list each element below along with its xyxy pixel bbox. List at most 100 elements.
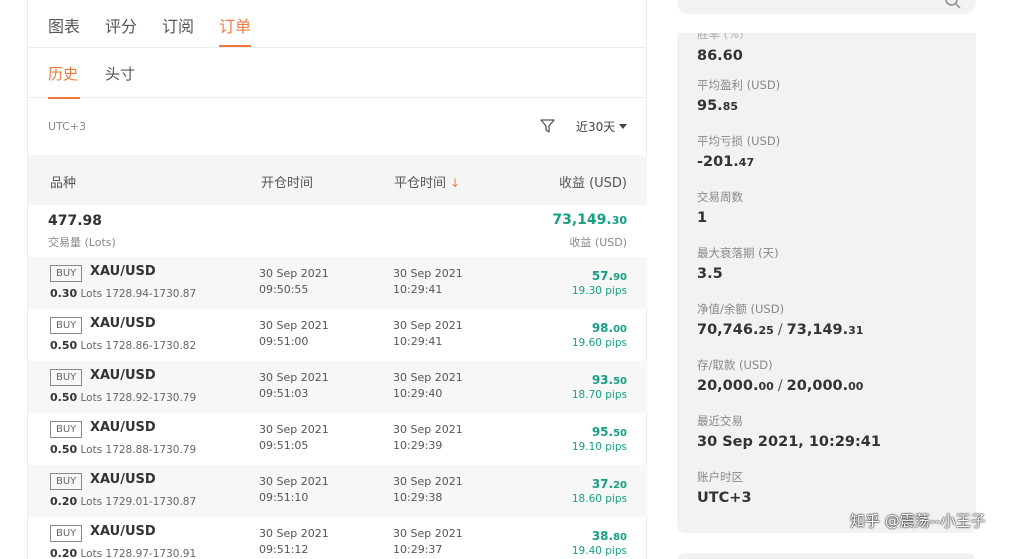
lots-info: 0.50 Lots 1728.92-1730.79 (50, 391, 196, 404)
sub-tabs: 历史 头寸 (28, 48, 646, 98)
lots-unit: Lots (80, 288, 103, 300)
filter-icon[interactable] (539, 117, 556, 134)
row-pips: 18.70 pips (571, 389, 627, 401)
stat-value-main: 70,746. (697, 322, 759, 338)
watermark: 知乎 @震荡--小王子 (850, 512, 986, 530)
close-clock: 10:29:41 (393, 283, 443, 296)
close-time: 30 Sep 2021 10:29:41 (393, 318, 463, 350)
stat-value: 20,000.00/20,000.00 (697, 378, 863, 394)
price-range: 1728.86-1730.82 (105, 340, 197, 352)
row-profit: 57.90 (592, 269, 627, 283)
close-time: 30 Sep 2021 10:29:37 (393, 526, 463, 558)
stat-value-small: 85 (722, 100, 738, 113)
tab-rating[interactable]: 评分 (105, 13, 137, 37)
stat-value-main: 3.5 (697, 266, 723, 282)
row-profit-main: 57. (591, 269, 614, 283)
close-date: 30 Sep 2021 (393, 475, 463, 488)
side-badge: BUY (50, 473, 83, 490)
row-profit-cents: 90 (613, 272, 627, 283)
row-profit: 93.50 (592, 373, 627, 387)
header-profit: 收益 (USD) (558, 176, 627, 191)
lots-value: 0.30 (50, 287, 78, 300)
table-row[interactable]: BUY XAU/USD 0.50 Lots 1728.86-1730.82 30 Se… (28, 309, 647, 361)
lots-info: 0.30 Lots 1728.94-1730.87 (50, 287, 196, 300)
row-profit: 38.80 (592, 529, 627, 543)
table-row[interactable]: BUY XAU/USD 0.20 Lots 1728.97-1730.91 30 Se… (28, 517, 647, 559)
stat-value: 1 (697, 210, 743, 226)
open-time: 30 Sep 2021 09:51:10 (259, 474, 329, 506)
close-clock: 10:29:38 (393, 491, 443, 504)
open-time: 30 Sep 2021 09:50:55 (259, 266, 329, 298)
close-date: 30 Sep 2021 (393, 267, 463, 280)
row-profit-cents: 20 (613, 480, 627, 491)
stat-value: 95.85 (697, 98, 780, 114)
summary-row: 477.98 交易量 (Lots) 73,149.30 收益 (USD) (28, 205, 647, 257)
stat-value2-main: 73,149. (786, 322, 849, 338)
table-row[interactable]: BUY XAU/USD 0.30 Lots 1728.94-1730.87 30 Se… (28, 257, 647, 309)
row-pips: 19.10 pips (571, 441, 627, 453)
row-profit-main: 95. (591, 425, 614, 439)
chevron-down-icon (619, 124, 628, 129)
table-row[interactable]: BUY XAU/USD 0.20 Lots 1729.01-1730.87 30 Se… (28, 465, 647, 517)
row-profit: 98.00 (592, 321, 627, 335)
close-clock: 10:29:40 (393, 387, 443, 400)
tab-history[interactable]: 历史 (48, 63, 78, 84)
stat-partial-label: 胜率 (%) (697, 27, 744, 41)
close-date: 30 Sep 2021 (393, 423, 463, 436)
timezone-label: UTC+3 (48, 120, 87, 133)
symbol: XAU/USD (90, 264, 156, 279)
table-row[interactable]: BUY XAU/USD 0.50 Lots 1728.92-1730.79 30 Se… (28, 361, 647, 413)
lots-info: 0.50 Lots 1728.88-1730.79 (50, 443, 196, 456)
total-profit-cents: 30 (611, 214, 627, 227)
side-badge: BUY (50, 265, 83, 282)
stat-value-main: 30 Sep 2021, 10:29:41 (697, 434, 881, 450)
table-row[interactable]: BUY XAU/USD 0.50 Lots 1728.88-1730.79 30 Se… (28, 413, 647, 465)
stat-value-main: UTC+3 (697, 490, 752, 506)
lots-info: 0.20 Lots 1729.01-1730.87 (50, 495, 196, 508)
tab-positions[interactable]: 头寸 (105, 63, 135, 84)
row-profit: 95.50 (592, 425, 627, 439)
lots-value: 0.50 (50, 443, 78, 456)
tab-orders[interactable]: 订单 (219, 13, 251, 37)
stat-label: 最大衰落期 (天) (697, 246, 779, 260)
price-range: 1729.01-1730.87 (105, 496, 197, 508)
tab-chart[interactable]: 图表 (48, 13, 80, 37)
row-profit-main: 37. (591, 477, 614, 491)
header-symbol: 品种 (50, 176, 77, 191)
row-profit-cents: 80 (613, 532, 627, 543)
stat-label: 最近交易 (697, 414, 743, 428)
open-clock: 09:51:12 (259, 543, 309, 556)
tab-subscribe[interactable]: 订阅 (162, 13, 194, 37)
symbol: XAU/USD (90, 420, 156, 435)
header-open-time: 开仓时间 (261, 176, 314, 191)
stat-value-main: 1 (697, 210, 708, 226)
table-header: 品种 开仓时间 平仓时间 ↓ 收益 (USD) (28, 155, 647, 205)
close-time: 30 Sep 2021 10:29:39 (393, 422, 463, 454)
side-badge: BUY (50, 421, 83, 438)
stat-value-small: 25 (758, 324, 774, 337)
symbol: XAU/USD (90, 368, 156, 383)
search-box[interactable] (677, 0, 976, 14)
open-date: 30 Sep 2021 (259, 475, 329, 488)
open-clock: 09:51:00 (259, 335, 309, 348)
search-icon[interactable] (944, 0, 962, 10)
row-profit-cents: 50 (613, 428, 627, 439)
open-clock: 09:51:10 (259, 491, 309, 504)
date-range-value: 近30天 (576, 120, 616, 134)
open-clock: 09:50:55 (259, 283, 309, 296)
total-profit-main: 73,149. (552, 212, 612, 228)
stat-separator: / (777, 378, 783, 394)
lots-unit: Lots (80, 496, 103, 508)
header-close-time[interactable]: 平仓时间 ↓ (394, 172, 460, 191)
stat-label: 平均盈利 (USD) (697, 78, 781, 92)
stat-item: 账户时区 UTC+3 (697, 469, 752, 506)
date-range-select[interactable]: 近30天 (576, 118, 628, 135)
stat-item: 净值/余额 (USD) 70,746.25/73,149.31 (697, 301, 863, 338)
row-pips: 19.40 pips (571, 545, 627, 557)
stat-value-small: 47 (738, 156, 755, 169)
filter-bar: UTC+3 近30天 (28, 98, 646, 154)
orders-card: 图表 评分 订阅 订单 历史 头寸 UTC+3 近30天 品种 开仓时间 平仓时… (27, 0, 647, 559)
stat-value: 86.60 (697, 48, 743, 64)
stat-item: 最大衰落期 (天) 3.5 (697, 245, 779, 282)
open-clock: 09:51:05 (259, 439, 309, 452)
